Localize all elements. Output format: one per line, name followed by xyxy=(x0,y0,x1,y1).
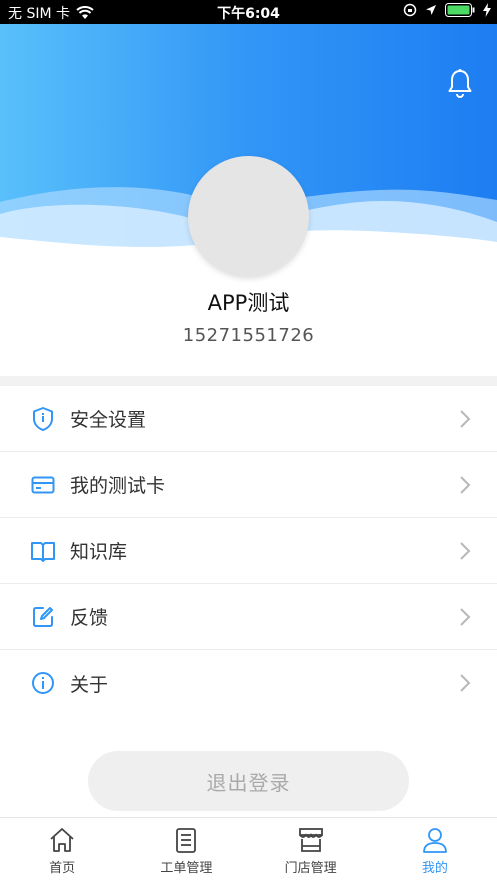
tab-mine[interactable]: 我的 xyxy=(373,818,497,883)
chevron-right-icon xyxy=(460,475,471,494)
menu-item-label: 我的测试卡 xyxy=(70,475,166,497)
location-icon xyxy=(426,5,436,15)
edit-icon xyxy=(30,604,56,630)
tab-work-orders[interactable]: 工单管理 xyxy=(124,818,248,883)
profile-phone: 15271551726 xyxy=(182,325,315,346)
settings-menu: 安全设置 我的测试卡 知识库 反馈 关于 xyxy=(0,386,497,716)
tab-stores[interactable]: 门店管理 xyxy=(249,818,373,883)
menu-item-security[interactable]: 安全设置 xyxy=(0,386,497,452)
home-icon xyxy=(50,828,74,852)
person-icon xyxy=(422,828,447,853)
chevron-right-icon xyxy=(460,541,471,560)
menu-item-label: 知识库 xyxy=(70,541,128,563)
tab-label: 我的 xyxy=(421,861,448,876)
shield-icon xyxy=(30,406,56,432)
info-icon xyxy=(30,670,56,696)
status-bar: 无 SIM 卡 下午6:04 xyxy=(0,0,497,24)
menu-item-test-card[interactable]: 我的测试卡 xyxy=(0,452,497,518)
card-icon xyxy=(30,472,56,498)
tab-label: 门店管理 xyxy=(284,861,337,876)
tab-home[interactable]: 首页 xyxy=(0,818,124,883)
profile-name: APP测试 xyxy=(207,291,290,315)
chevron-right-icon xyxy=(460,674,471,692)
chevron-right-icon xyxy=(460,607,471,626)
tab-label: 工单管理 xyxy=(160,861,213,876)
menu-item-label: 安全设置 xyxy=(70,409,147,431)
clipboard-icon xyxy=(176,828,197,853)
store-icon xyxy=(298,828,323,852)
menu-item-label: 反馈 xyxy=(70,607,109,629)
bell-icon[interactable] xyxy=(447,68,473,98)
section-divider xyxy=(0,376,497,386)
tab-bar: 首页 工单管理 门店管理 我的 xyxy=(0,817,497,883)
avatar[interactable] xyxy=(188,156,309,277)
logout-button[interactable]: 退出登录 xyxy=(88,751,409,811)
tab-label: 首页 xyxy=(49,861,76,876)
book-icon xyxy=(30,538,56,564)
chevron-right-icon xyxy=(460,409,471,428)
orientation-lock-icon xyxy=(403,3,417,17)
battery-icon xyxy=(445,3,475,17)
menu-item-label: 关于 xyxy=(70,673,109,696)
menu-item-about[interactable]: 关于 xyxy=(0,650,497,716)
status-right xyxy=(403,3,491,17)
charging-icon xyxy=(483,3,491,17)
menu-item-feedback[interactable]: 反馈 xyxy=(0,584,497,650)
menu-item-knowledge-base[interactable]: 知识库 xyxy=(0,518,497,584)
